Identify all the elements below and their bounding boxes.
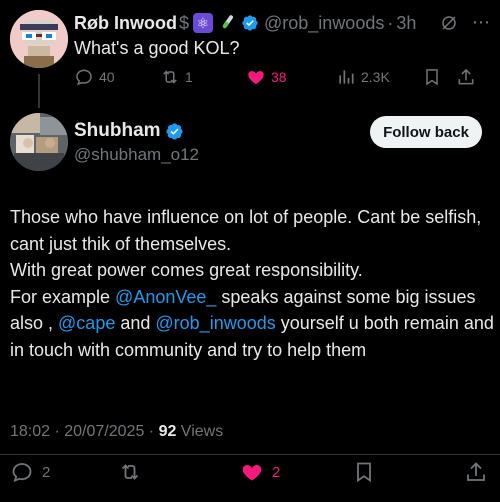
author-suffix: $ [178, 12, 189, 33]
timestamp[interactable]: 18:02 · 20/07/2025 · [10, 423, 159, 440]
atom-emoji: ⚛ [193, 13, 213, 33]
like-button[interactable]: 2 [240, 459, 280, 485]
reply-button[interactable]: 40 [74, 66, 115, 88]
parent-tweet-header: Røb Inwood $ ⚛ @rob_inwoods · 3h [74, 12, 416, 34]
reply-tweet-text: Those who have influence on lot of peopl… [10, 204, 495, 363]
mention-rob-inwoods[interactable]: @rob_inwoods [155, 313, 275, 333]
repost-count: 1 [185, 69, 193, 85]
like-count: 38 [271, 69, 287, 85]
thread-line [38, 74, 40, 108]
repost-icon [163, 70, 177, 84]
share-icon [458, 68, 474, 85]
reply-author-name[interactable]: Shubham [74, 120, 161, 142]
mention-anonvee[interactable]: @AnonVee_ [115, 287, 216, 307]
views-button[interactable]: 2.3K [336, 66, 390, 88]
views-count: 2.3K [361, 69, 390, 85]
reply-line-2: With great power comes great responsibil… [10, 260, 363, 280]
time-ago[interactable]: 3h [396, 13, 416, 34]
author-handle[interactable]: @rob_inwoods [264, 13, 384, 34]
views-label: Views [176, 423, 224, 440]
author-name[interactable]: Røb Inwood [74, 13, 177, 34]
text-segment: and [115, 313, 156, 333]
mention-cape[interactable]: @cape [58, 313, 115, 333]
more-icon[interactable]: ⋯ [472, 12, 491, 33]
reply-line-3: For example @AnonVee_ speaks against som… [10, 284, 495, 364]
test-tube-emoji [217, 13, 237, 33]
views-count-bold: 92 [158, 423, 177, 440]
heart-icon [242, 465, 262, 481]
verified-icon [165, 122, 183, 140]
share-icon [467, 462, 485, 481]
like-count: 2 [272, 463, 281, 481]
reply-icon [76, 69, 92, 86]
avatar-rob[interactable] [10, 10, 68, 68]
text-segment: For example [10, 286, 116, 307]
repost-icon [121, 464, 139, 480]
grok-icon[interactable] [440, 14, 458, 32]
bookmark-icon [357, 462, 371, 483]
parent-tweet-text: What's a good KOL? [74, 38, 240, 58]
avatar-shubham[interactable] [10, 113, 68, 171]
repost-button[interactable] [118, 459, 142, 485]
follow-back-button[interactable]: Follow back [370, 116, 482, 148]
like-button[interactable]: 38 [246, 66, 287, 88]
repost-button[interactable]: 1 [160, 66, 193, 88]
reply-button[interactable]: 2 [10, 459, 50, 485]
reply-count: 2 [42, 463, 51, 481]
bookmark-button[interactable] [352, 459, 376, 485]
bookmark-button[interactable] [422, 66, 442, 88]
views-icon [339, 70, 354, 84]
verified-icon [242, 15, 258, 31]
share-button[interactable] [464, 459, 488, 485]
divider [0, 454, 500, 455]
reply-author-name-row: Shubham [74, 120, 184, 142]
bookmark-icon [426, 69, 438, 86]
tweet-meta: 18:02 · 20/07/2025 · 92 Views [10, 423, 223, 441]
time-separator: · [387, 12, 394, 33]
reply-icon [12, 463, 32, 483]
reply-line-1: Those who have influence on lot of peopl… [10, 207, 482, 254]
reply-count: 40 [99, 69, 115, 85]
reply-author-handle[interactable]: @shubham_o12 [74, 145, 199, 165]
share-button[interactable] [456, 66, 476, 88]
heart-icon [248, 71, 264, 85]
